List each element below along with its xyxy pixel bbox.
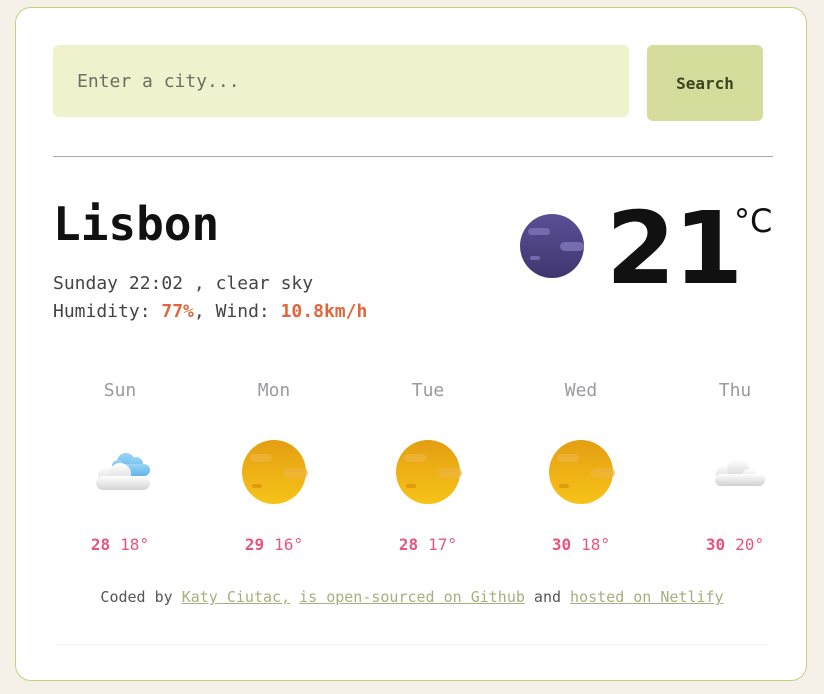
city-search-input[interactable] [53,45,629,117]
forecast-day-name: Mon [257,380,291,401]
sun-icon [242,440,308,504]
separator: , [183,273,216,294]
author-link[interactable]: Katy Ciutac, [182,588,290,606]
temperature-unit[interactable]: °C [734,202,772,240]
forecast-day-name: Tue [411,380,445,401]
forecast-temps: 28 17° [353,534,503,556]
date-description-line: Sunday 22:02 , clear sky [53,270,367,298]
forecast-min: 18° [120,535,150,554]
footer-middle: and [524,588,571,606]
forecast-min: 16° [274,535,304,554]
search-button[interactable]: Search [647,45,763,121]
forecast-day-name: Sun [103,380,137,401]
forecast-min: 17° [428,535,458,554]
weather-card: Search Lisbon Sunday 22:02 , clear sky H… [15,7,807,681]
wind-label: , Wind: [193,301,281,322]
forecast-temps: 28 18° [45,534,195,556]
divider [53,156,773,157]
forecast-temps: 30 18° [506,534,656,556]
forecast-day: Wed 30 18° [506,378,656,556]
night-clear-moon-icon [520,214,584,278]
forecast-temps: 30 20° [660,534,810,556]
sun-icon [549,440,615,504]
day-time: Sunday 22:02 [53,273,184,294]
cloud-icon [715,459,765,486]
forecast-day: Sun 28 18° [45,378,195,556]
forecast-day: Mon 29 16° [199,378,349,556]
forecast-day-name: Thu [718,380,752,401]
github-link[interactable]: is open-sourced on Github [299,588,525,606]
forecast-max: 28 [398,535,419,554]
forecast-row: Sun 28 18° Mon 29 16° Tue 28 17° Wed 30 … [30,378,794,558]
forecast-max: 30 [705,535,726,554]
forecast-day: Thu 30 20° [660,378,810,556]
partly-cloudy-icon [96,453,150,490]
forecast-min: 18° [581,535,611,554]
humidity-label: Humidity: [53,301,162,322]
humidity-wind-line: Humidity: 77%, Wind: 10.8km/h [53,298,367,326]
footer-divider [56,644,768,645]
forecast-temps: 29 16° [199,534,349,556]
forecast-max: 28 [90,535,111,554]
forecast-min: 20° [735,535,765,554]
forecast-max: 30 [551,535,572,554]
netlify-link[interactable]: hosted on Netlify [570,588,724,606]
forecast-day-name: Wed [564,380,598,401]
forecast-max: 29 [244,535,265,554]
footer-prefix: Coded by [100,588,182,606]
wind-value: 10.8km/h [280,301,368,322]
sun-icon [396,440,462,504]
current-temperature: 21 [606,190,743,307]
city-name: Lisbon [53,197,220,251]
humidity-value: 77% [161,301,194,322]
forecast-day: Tue 28 17° [353,378,503,556]
footer: Coded by Katy Ciutac, is open-sourced on… [16,588,808,606]
current-details: Sunday 22:02 , clear sky Humidity: 77%, … [53,270,367,326]
weather-description: clear sky [215,273,314,294]
search-form: Search [53,45,763,121]
